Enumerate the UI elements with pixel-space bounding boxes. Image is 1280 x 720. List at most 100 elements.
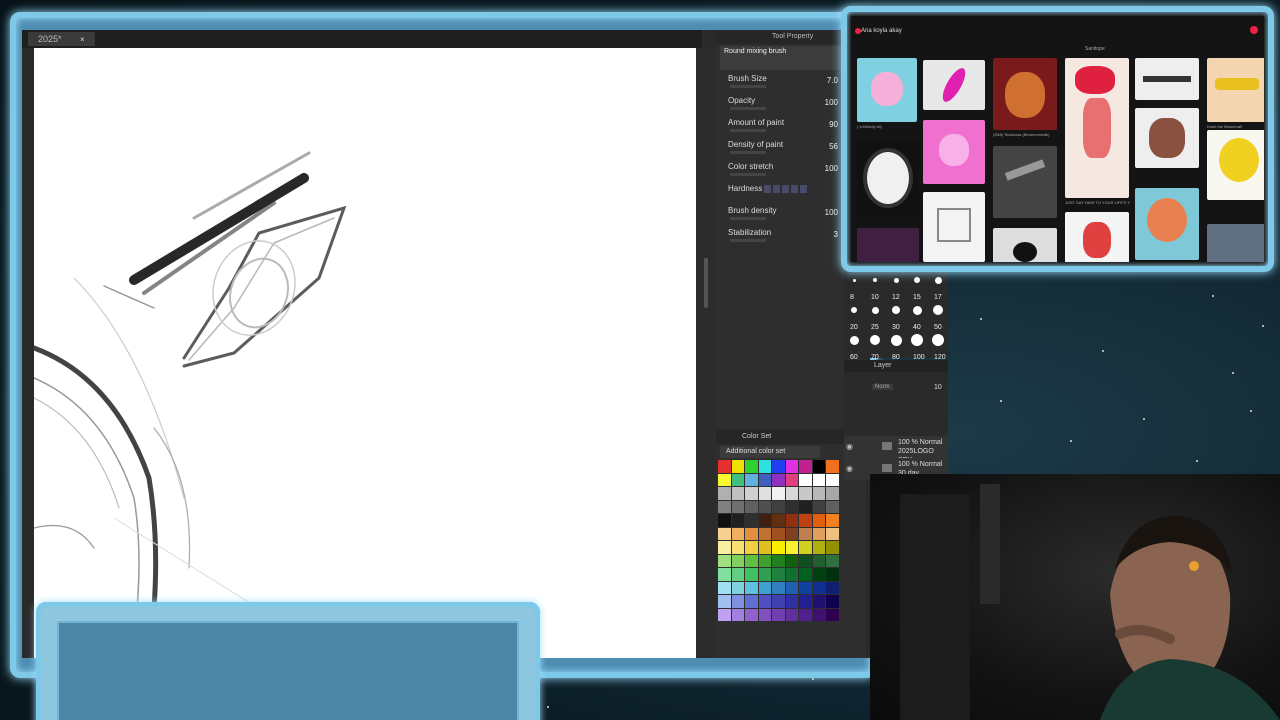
color-swatch[interactable] [745, 595, 758, 608]
brush-size-preset[interactable] [870, 335, 880, 345]
image-thumbnail[interactable] [857, 228, 919, 262]
color-swatch[interactable] [799, 487, 812, 500]
color-swatch[interactable] [772, 460, 785, 473]
color-swatch[interactable] [785, 595, 798, 608]
hardness-selector[interactable] [764, 185, 809, 195]
color-swatch[interactable] [718, 568, 731, 581]
color-swatch[interactable] [826, 460, 839, 473]
color-swatch[interactable] [772, 595, 785, 608]
color-swatch[interactable] [785, 608, 798, 621]
color-swatch[interactable] [745, 527, 758, 540]
color-swatch[interactable] [718, 608, 731, 621]
color-swatch[interactable] [812, 595, 825, 608]
color-swatch[interactable] [731, 527, 744, 540]
image-thumbnail[interactable] [923, 60, 985, 110]
brush-size-preset[interactable] [934, 276, 942, 284]
color-swatch[interactable] [772, 554, 785, 567]
image-thumbnail[interactable] [993, 228, 1057, 262]
color-swatch[interactable] [758, 473, 771, 486]
color-swatch[interactable] [799, 527, 812, 540]
brush-size-slider[interactable] [730, 85, 766, 88]
color-swatch[interactable] [772, 608, 785, 621]
color-swatch[interactable] [718, 541, 731, 554]
color-swatch[interactable] [826, 568, 839, 581]
color-swatch[interactable] [731, 487, 744, 500]
color-swatch[interactable] [826, 514, 839, 527]
layer-opacity-value[interactable]: 10 [934, 384, 942, 391]
stabilization-slider[interactable] [730, 239, 766, 242]
amount-of-paint-slider[interactable] [730, 129, 766, 132]
color-swatch[interactable] [785, 487, 798, 500]
image-thumbnail[interactable] [1207, 130, 1264, 200]
color-swatch[interactable] [745, 581, 758, 594]
image-thumbnail[interactable] [1065, 58, 1129, 198]
density-of-paint-slider[interactable] [730, 151, 766, 154]
color-swatch[interactable] [826, 541, 839, 554]
color-swatch[interactable] [772, 514, 785, 527]
brush-size-preset[interactable] [851, 307, 857, 313]
color-swatch[interactable] [731, 514, 744, 527]
color-swatch[interactable] [758, 554, 771, 567]
color-swatch[interactable] [772, 541, 785, 554]
image-thumbnail[interactable] [1135, 188, 1199, 260]
image-thumbnail[interactable] [993, 58, 1057, 130]
color-swatch[interactable] [758, 595, 771, 608]
image-thumbnail[interactable] [923, 120, 985, 184]
image-thumbnail[interactable] [923, 192, 985, 262]
color-swatch[interactable] [812, 460, 825, 473]
color-swatch[interactable] [799, 514, 812, 527]
blend-mode-select[interactable]: Norm [872, 384, 893, 390]
color-swatch[interactable] [799, 568, 812, 581]
brush-size-preset[interactable] [912, 305, 922, 315]
color-swatch[interactable] [758, 541, 771, 554]
color-swatch[interactable] [745, 608, 758, 621]
color-swatch[interactable] [718, 500, 731, 513]
color-swatch[interactable] [718, 554, 731, 567]
brush-size-preset[interactable] [892, 306, 900, 314]
image-thumbnail[interactable] [1207, 224, 1264, 262]
color-swatch[interactable] [718, 487, 731, 500]
image-thumbnail[interactable] [857, 58, 917, 122]
brush-size-preset[interactable] [911, 334, 923, 346]
brush-size-preset[interactable] [871, 306, 879, 314]
color-swatch[interactable] [826, 473, 839, 486]
color-swatch[interactable] [745, 473, 758, 486]
brush-size-preset[interactable] [890, 334, 902, 346]
color-swatch[interactable] [785, 581, 798, 594]
opacity-slider[interactable] [730, 107, 766, 110]
color-swatch[interactable] [772, 487, 785, 500]
color-swatch[interactable] [731, 500, 744, 513]
color-swatch[interactable] [785, 500, 798, 513]
color-swatch[interactable] [718, 581, 731, 594]
color-swatch[interactable] [772, 500, 785, 513]
color-swatch[interactable] [812, 541, 825, 554]
color-swatch[interactable] [758, 460, 771, 473]
color-swatch[interactable] [785, 541, 798, 554]
color-swatch[interactable] [826, 608, 839, 621]
color-swatch[interactable] [758, 487, 771, 500]
color-swatch[interactable] [772, 581, 785, 594]
eye-icon[interactable]: ◉ [846, 442, 853, 451]
color-swatch[interactable] [812, 514, 825, 527]
color-swatch[interactable] [731, 460, 744, 473]
brush-size-preset[interactable] [893, 277, 899, 283]
color-swatch[interactable] [799, 595, 812, 608]
eye-icon[interactable]: ◉ [846, 464, 853, 473]
image-thumbnail[interactable] [1207, 58, 1264, 122]
brush-size-preset[interactable] [932, 334, 944, 346]
stabilization-value[interactable]: 3 [834, 230, 838, 239]
color-swatch[interactable] [799, 500, 812, 513]
color-swatch[interactable] [812, 487, 825, 500]
color-swatch[interactable] [718, 595, 731, 608]
color-swatch[interactable] [785, 527, 798, 540]
brush-size-preset[interactable] [873, 278, 877, 282]
color-swatch[interactable] [799, 608, 812, 621]
image-thumbnail[interactable] [993, 146, 1057, 218]
color-stretch-value[interactable]: 100 [825, 164, 838, 173]
color-swatch[interactable] [826, 527, 839, 540]
color-swatch[interactable] [718, 473, 731, 486]
close-icon[interactable] [1250, 26, 1258, 34]
color-swatch[interactable] [799, 581, 812, 594]
color-swatch[interactable] [731, 554, 744, 567]
color-swatch[interactable] [718, 514, 731, 527]
